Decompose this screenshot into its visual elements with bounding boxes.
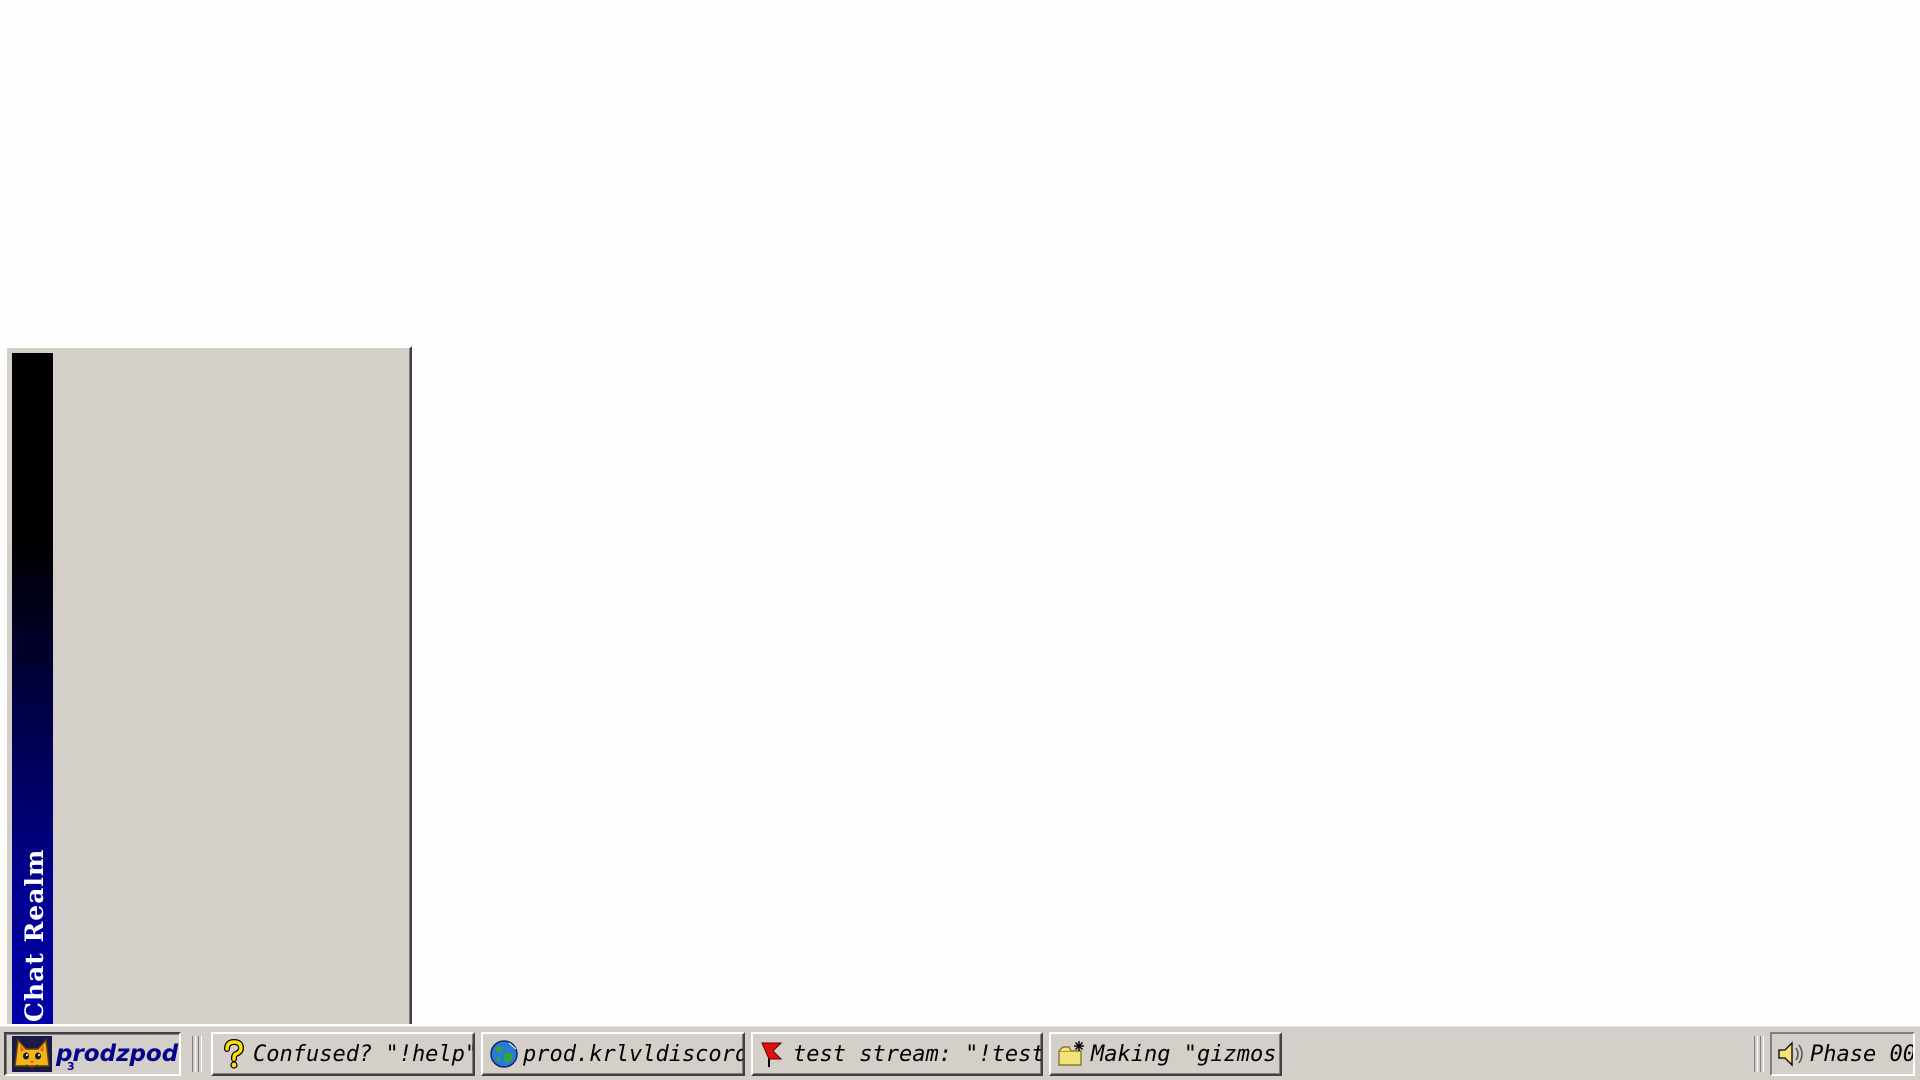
taskbar-button-label: Confused? "!help"	[253, 1041, 475, 1067]
taskbar: prodzpod 3 Confused? "!help" prod.krlvld…	[0, 1024, 1920, 1080]
start-menu-panel: Chat Realm	[5, 346, 412, 1030]
tray-separator	[1754, 1036, 1758, 1072]
start-button-sub: 3	[67, 1060, 75, 1073]
taskbar-button-discord[interactable]: prod.krlvldiscord	[481, 1032, 745, 1076]
taskbar-button-test-stream[interactable]: test stream: "!test"	[751, 1032, 1043, 1076]
taskbar-button-help[interactable]: Confused? "!help"	[211, 1032, 475, 1076]
start-menu-banner-text: Chat Realm	[20, 848, 49, 1022]
folder-sparkle-icon	[1057, 1039, 1087, 1069]
taskbar-button-label: test stream: "!test"	[793, 1041, 1043, 1067]
taskbar-separator	[192, 1036, 196, 1072]
taskbar-button-label: Making "gizmos"	[1091, 1041, 1282, 1067]
red-flag-icon	[759, 1039, 789, 1069]
taskbar-button-gizmos[interactable]: Making "gizmos"	[1049, 1032, 1282, 1076]
question-mark-icon	[219, 1038, 249, 1069]
system-tray: Phase 00	[1770, 1032, 1915, 1076]
taskbar-grip[interactable]	[198, 1036, 202, 1072]
cat-face-icon	[12, 1036, 52, 1072]
start-menu-banner: Chat Realm	[12, 353, 53, 1026]
tray-grip[interactable]	[1760, 1036, 1764, 1072]
taskbar-button-label: prod.krlvldiscord	[523, 1041, 745, 1067]
start-button[interactable]: prodzpod 3	[4, 1032, 181, 1076]
tray-phase-label: Phase 00	[1810, 1041, 1915, 1067]
speaker-icon[interactable]	[1776, 1039, 1806, 1069]
globe-icon	[489, 1039, 519, 1069]
